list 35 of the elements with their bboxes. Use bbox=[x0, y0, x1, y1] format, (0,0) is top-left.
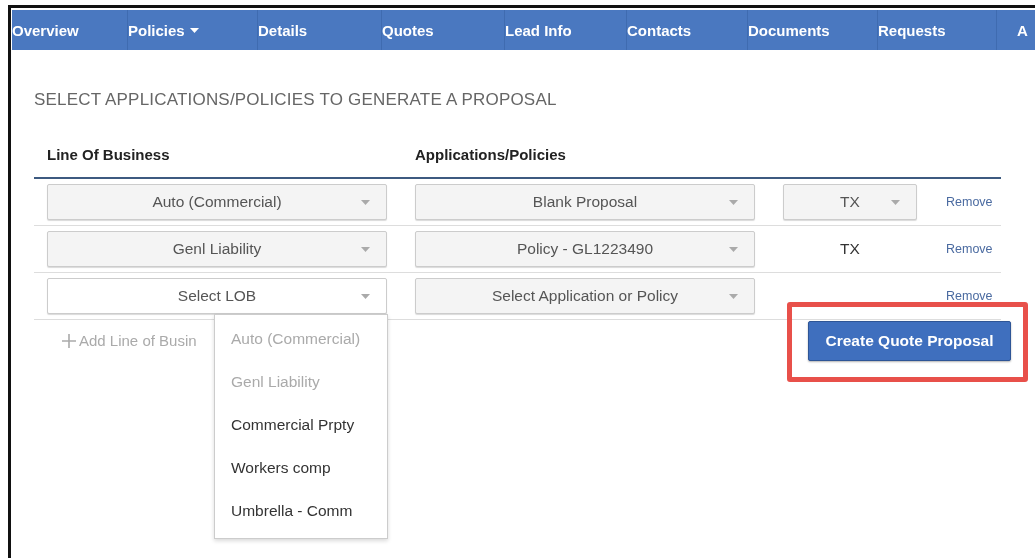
dropdown-option[interactable]: Workers comp bbox=[215, 446, 387, 489]
section-title: SELECT APPLICATIONS/POLICIES TO GENERATE A PROPOSAL bbox=[34, 90, 558, 110]
dropdown-option[interactable]: Umbrella - Comm bbox=[215, 489, 387, 532]
select-field[interactable]: Auto (Commercial) bbox=[47, 184, 387, 220]
nav-tab[interactable]: Contacts bbox=[627, 10, 748, 50]
remove-link[interactable]: Remove bbox=[946, 195, 993, 209]
select-field[interactable]: Genl Liability bbox=[47, 231, 387, 267]
nav-tab[interactable]: Lead Info bbox=[505, 10, 627, 50]
remove-link[interactable]: Remove bbox=[946, 242, 993, 256]
caret-icon bbox=[729, 294, 738, 299]
nav-tab[interactable]: Documents bbox=[748, 10, 878, 50]
create-quote-proposal-button[interactable]: Create Quote Proposal bbox=[808, 321, 1011, 361]
state-text: TX bbox=[840, 240, 860, 258]
nav-tab[interactable]: Details bbox=[258, 10, 382, 50]
nav-tab[interactable]: Quotes bbox=[382, 10, 505, 50]
column-header: Applications/Policies bbox=[415, 146, 566, 163]
caret-icon bbox=[729, 247, 738, 252]
nav-tab[interactable]: Overview bbox=[12, 10, 128, 50]
caret-icon bbox=[891, 200, 900, 205]
remove-link[interactable]: Remove bbox=[946, 289, 993, 303]
select-field[interactable]: Select Application or Policy bbox=[415, 278, 755, 314]
nav-tab[interactable]: Policies bbox=[128, 10, 258, 50]
select-field[interactable]: Select LOB bbox=[47, 278, 387, 314]
dropdown-option[interactable]: Commercial Prpty bbox=[215, 403, 387, 446]
caret-icon bbox=[361, 247, 370, 252]
caret-icon bbox=[729, 200, 738, 205]
nav-tab[interactable]: Requests bbox=[878, 10, 997, 50]
caret-icon bbox=[361, 294, 370, 299]
state-select[interactable]: TX bbox=[783, 184, 917, 220]
select-field[interactable]: Blank Proposal bbox=[415, 184, 755, 220]
select-field[interactable]: Policy - GL1223490 bbox=[415, 231, 755, 267]
caret-icon bbox=[361, 200, 370, 205]
nav-tab[interactable]: A bbox=[997, 10, 1035, 50]
plus-icon bbox=[62, 333, 76, 348]
column-header: Line Of Business bbox=[47, 146, 171, 163]
